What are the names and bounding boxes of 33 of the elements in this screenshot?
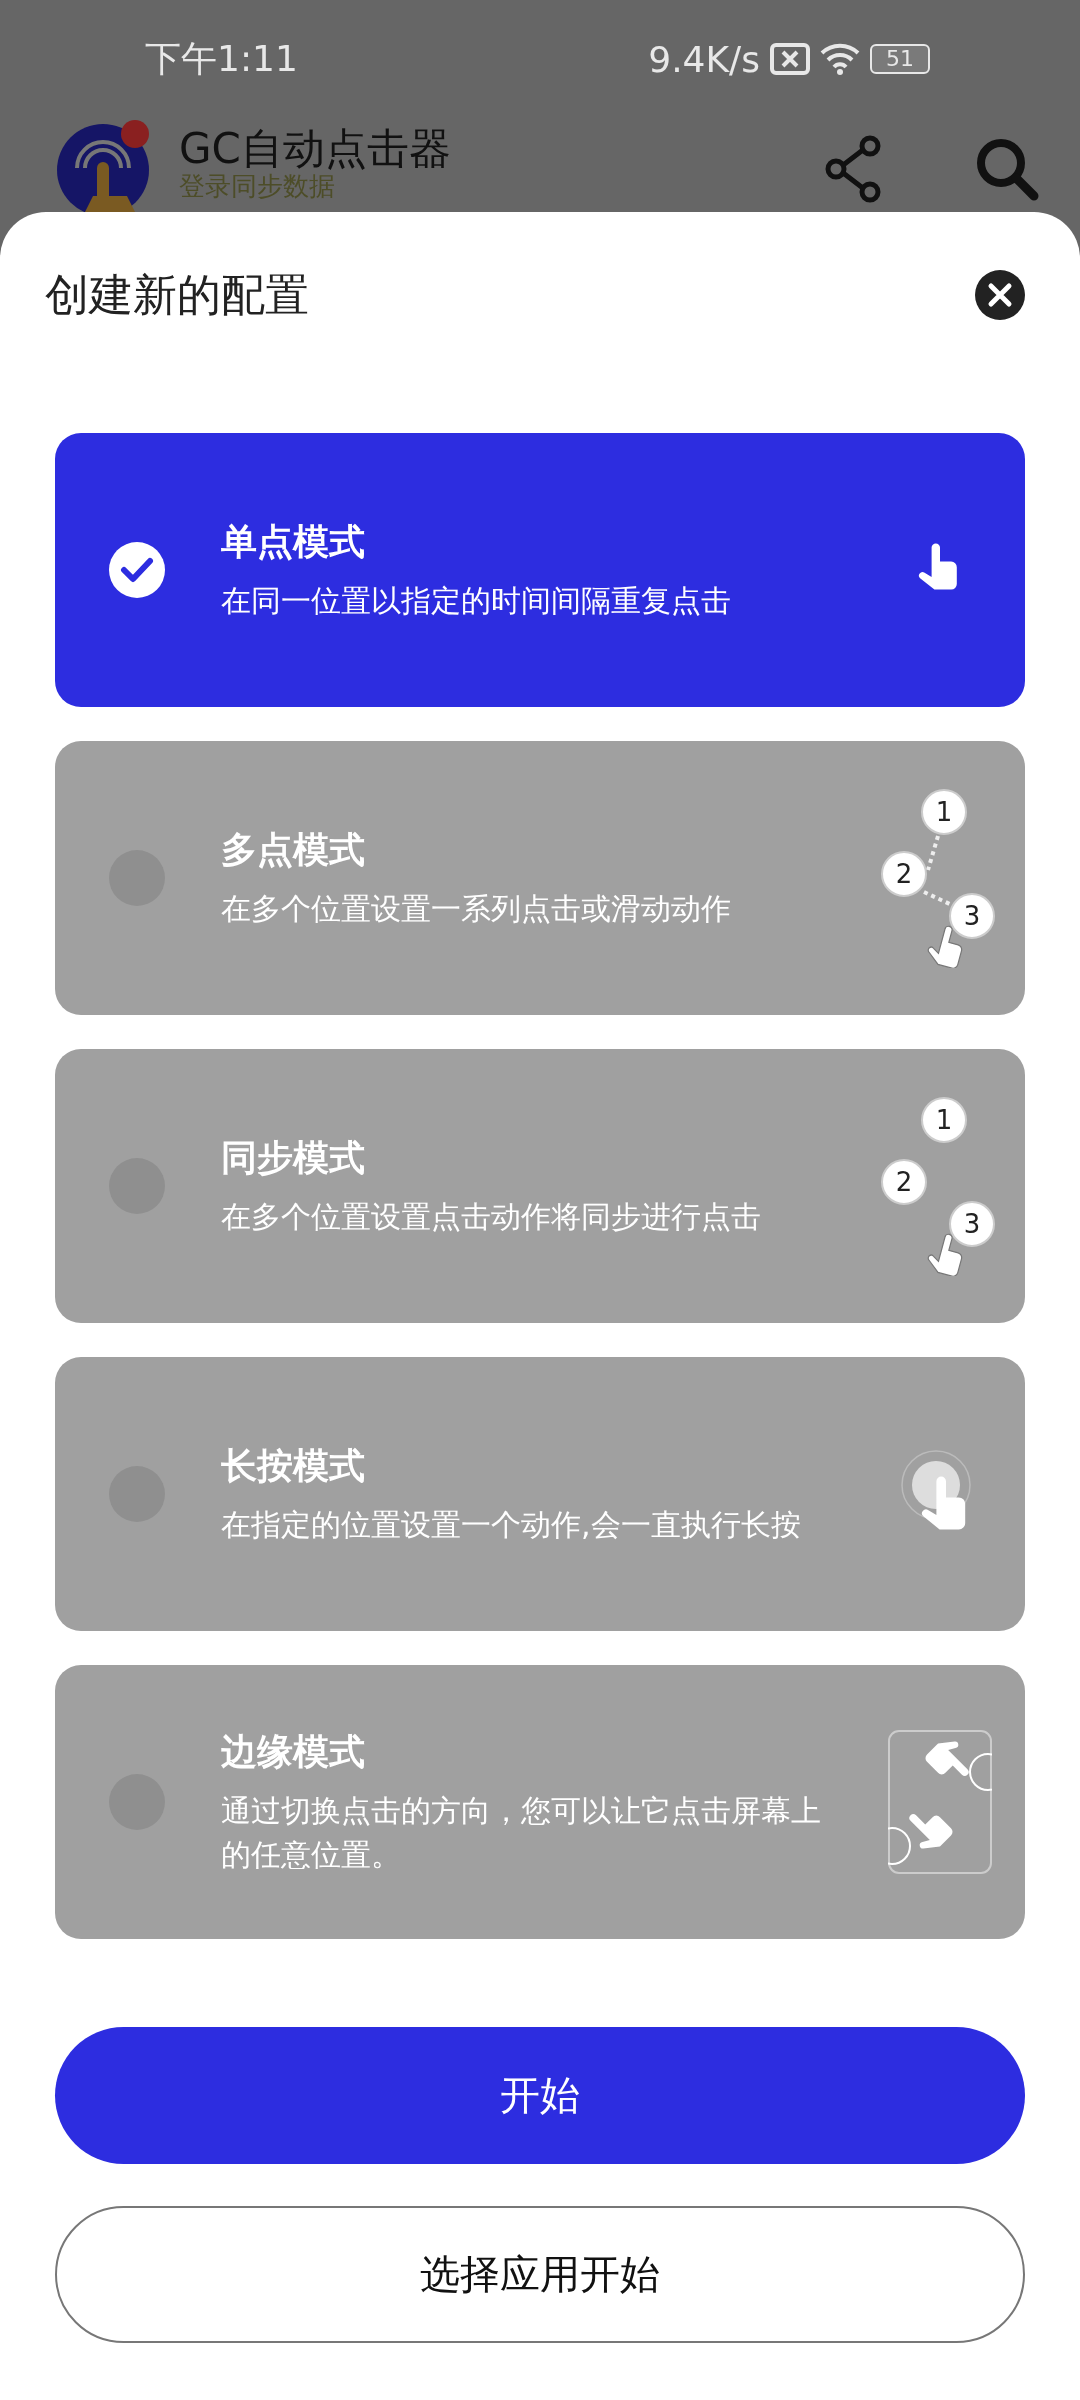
number-badge: 3 [949,893,995,939]
mode-description: 在同一位置以指定的时间间隔重复点击 [221,581,732,620]
check-icon [120,556,154,584]
number-badge: 3 [949,1201,995,1247]
mode-description: 通过切换点击的方向，您可以让它点击屏幕上的任意位置。 [221,1792,822,1874]
number-badge: 1 [921,789,967,835]
number-badge: 2 [881,1159,927,1205]
mode-title: 单点模式 [221,519,366,564]
start-button[interactable]: 开始 [55,2027,1025,2164]
choose-app-button[interactable]: 选择应用开始 [55,2206,1025,2343]
mode-title: 边缘模式 [221,1730,366,1774]
status-time: 下午1:11 [145,36,299,81]
mode-option[interactable]: 同步模式 在多个位置设置点击动作将同步进行点击 1 2 3 [55,1049,1025,1323]
mode-title: 同步模式 [221,1135,366,1180]
app-subtitle: 登录同步数据 [179,172,336,201]
radio-button[interactable] [109,542,165,598]
mode-description: 在多个位置设置一系列点击或滑动动作 [221,889,732,928]
mode-description: 在多个位置设置点击动作将同步进行点击 [221,1197,762,1236]
mode-description: 在指定的位置设置一个动作,会一直执行长按 [221,1505,802,1544]
sheet-title: 创建新的配置 [45,267,309,322]
mode-option[interactable]: 单点模式 在同一位置以指定的时间间隔重复点击 [55,433,1025,707]
number-badge: 2 [881,851,927,897]
battery-indicator: 51 [870,44,930,74]
network-speed: 9.4K/s [648,38,760,80]
mode-title: 长按模式 [221,1443,366,1488]
mode-option[interactable]: 多点模式 在多个位置设置一系列点击或滑动动作 1 2 3 [55,741,1025,1015]
search-icon[interactable] [974,136,1040,202]
sim-icon [770,43,810,75]
mode-title: 多点模式 [221,827,366,872]
number-badge: 1 [921,1097,967,1143]
app-title: GC自动点击器 [179,126,452,173]
wifi-icon [820,43,860,75]
close-icon[interactable] [975,270,1025,320]
